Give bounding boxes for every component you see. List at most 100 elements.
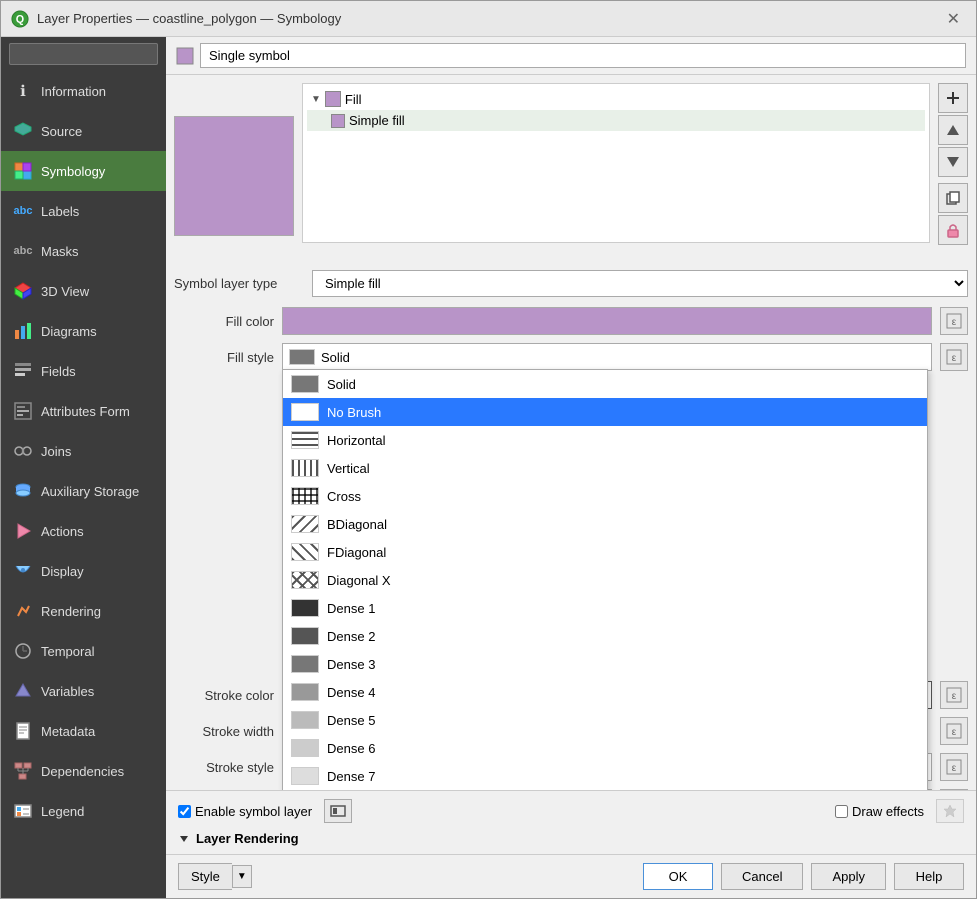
svg-text:ε: ε [952, 691, 957, 702]
sidebar-item-auxiliary-storage[interactable]: Auxiliary Storage [1, 471, 166, 511]
sidebar-item-source[interactable]: Source [1, 111, 166, 151]
simple-fill-color-icon [331, 114, 345, 128]
tree-item-label: Fill [345, 92, 362, 107]
dropdown-item-label: Vertical [327, 461, 370, 476]
sidebar-item-temporal[interactable]: Temporal [1, 631, 166, 671]
slt-label: Symbol layer type [174, 276, 304, 291]
duplicate-button[interactable] [938, 183, 968, 213]
dropdown-item-dense4[interactable]: Dense 4 [283, 678, 927, 706]
sidebar-item-label: Temporal [41, 644, 94, 659]
sidebar-item-display[interactable]: Display [1, 551, 166, 591]
sidebar-item-joins[interactable]: Joins [1, 431, 166, 471]
symbol-preview-area: ▼ Fill Simple fill [174, 83, 968, 258]
dropdown-item-label: Dense 4 [327, 685, 375, 700]
fill-color-icon [325, 91, 341, 107]
panel-header: Single symbol [166, 37, 976, 75]
draw-effects-checkbox[interactable] [835, 805, 848, 818]
move-down-button[interactable] [938, 147, 968, 177]
dropdown-item-diagonal-x[interactable]: Diagonal X [283, 566, 927, 594]
symbology-icon [13, 161, 33, 181]
enable-symbol-layer-checkbox[interactable] [178, 805, 191, 818]
dropdown-item-label: Solid [327, 377, 356, 392]
sidebar-item-metadata[interactable]: Metadata [1, 711, 166, 751]
fill-color-expr-button[interactable]: ε [940, 307, 968, 335]
join-style-expr-button[interactable]: ε [940, 789, 968, 790]
footer: Style ▼ OK Cancel Apply Help [166, 854, 976, 898]
sidebar-item-masks[interactable]: abc Masks [1, 231, 166, 271]
dropdown-item-bdiagonal[interactable]: BDiagonal [283, 510, 927, 538]
style-main-button[interactable]: Style [178, 863, 232, 890]
diagrams-icon [13, 321, 33, 341]
close-button[interactable]: ✕ [941, 7, 966, 31]
help-button[interactable]: Help [894, 863, 964, 890]
dropdown-item-dense2[interactable]: Dense 2 [283, 622, 927, 650]
sidebar-item-variables[interactable]: Variables [1, 671, 166, 711]
sidebar-item-actions[interactable]: Actions [1, 511, 166, 551]
slt-dropdown[interactable]: Simple fill [312, 270, 968, 297]
search-input[interactable] [9, 43, 158, 65]
move-up-button[interactable] [938, 115, 968, 145]
attributes-form-icon [13, 401, 33, 421]
dropdown-item-dense3[interactable]: Dense 3 [283, 650, 927, 678]
dropdown-item-solid[interactable]: Solid [283, 370, 927, 398]
sidebar-item-diagrams[interactable]: Diagrams [1, 311, 166, 351]
stroke-width-expr-button[interactable]: ε [940, 717, 968, 745]
sidebar-item-labels[interactable]: abc Labels [1, 191, 166, 231]
fill-color-row: Fill color ε [174, 307, 968, 335]
sidebar-item-3dview[interactable]: 3D View [1, 271, 166, 311]
main-content: ℹ Information Source Symbology abc Label… [1, 37, 976, 898]
masks-icon: abc [13, 241, 33, 261]
sidebar-item-rendering[interactable]: Rendering [1, 591, 166, 631]
sidebar-item-attributes-form[interactable]: Attributes Form [1, 391, 166, 431]
fill-style-expr-button[interactable]: ε [940, 343, 968, 371]
single-symbol-icon [176, 47, 194, 65]
sidebar-item-label: Legend [41, 804, 84, 819]
fill-color-bar[interactable] [282, 307, 932, 335]
draw-effects-label[interactable]: Draw effects [835, 804, 924, 819]
svg-text:ε: ε [952, 317, 957, 328]
sidebar-item-label: Joins [41, 444, 71, 459]
symbol-type-dropdown[interactable]: Single symbol [200, 43, 966, 68]
layer-rendering-row[interactable]: Layer Rendering [178, 831, 964, 846]
stroke-color-label: Stroke color [174, 688, 274, 703]
sidebar-item-fields[interactable]: Fields [1, 351, 166, 391]
add-layer-button[interactable] [938, 83, 968, 113]
enable-symbol-layer-label[interactable]: Enable symbol layer [178, 804, 312, 819]
sidebar-item-label: Auxiliary Storage [41, 484, 139, 499]
sidebar-item-dependencies[interactable]: Dependencies [1, 751, 166, 791]
sidebar-item-label: 3D View [41, 284, 89, 299]
cancel-button[interactable]: Cancel [721, 863, 803, 890]
dropdown-item-dense1[interactable]: Dense 1 [283, 594, 927, 622]
ok-button[interactable]: OK [643, 863, 713, 890]
apply-button[interactable]: Apply [811, 863, 886, 890]
stroke-style-expr-button[interactable]: ε [940, 753, 968, 781]
dropdown-item-no-brush[interactable]: No Brush [283, 398, 927, 426]
dropdown-item-dense7[interactable]: Dense 7 [283, 762, 927, 790]
style-button-group: Style ▼ [178, 863, 252, 890]
tree-item-simple-fill[interactable]: Simple fill [307, 110, 925, 131]
fill-style-value: Solid [321, 350, 350, 365]
stroke-width-label: Stroke width [174, 724, 274, 739]
tree-item-fill[interactable]: ▼ Fill [307, 88, 925, 110]
svg-text:ε: ε [952, 727, 957, 738]
fill-style-label: Fill style [174, 350, 274, 365]
dropdown-item-fdiagonal[interactable]: FDiagonal [283, 538, 927, 566]
dropdown-item-dense6[interactable]: Dense 6 [283, 734, 927, 762]
temporal-icon [13, 641, 33, 661]
sidebar-item-symbology[interactable]: Symbology [1, 151, 166, 191]
sidebar-item-information[interactable]: ℹ Information [1, 71, 166, 111]
sidebar-item-legend[interactable]: Legend [1, 791, 166, 831]
dropdown-item-horizontal[interactable]: Horizontal [283, 426, 927, 454]
lock-button[interactable] [938, 215, 968, 245]
enable-symbol-layer-btn[interactable] [324, 799, 352, 823]
style-arrow-button[interactable]: ▼ [232, 865, 252, 888]
fill-color-label: Fill color [174, 314, 274, 329]
dropdown-item-cross[interactable]: Cross [283, 482, 927, 510]
search-box [1, 37, 166, 71]
fill-style-dropdown[interactable]: Solid [282, 343, 932, 371]
stroke-color-expr-button[interactable]: ε [940, 681, 968, 709]
dropdown-item-vertical[interactable]: Vertical [283, 454, 927, 482]
dropdown-item-dense5[interactable]: Dense 5 [283, 706, 927, 734]
draw-effects-star-button[interactable] [936, 799, 964, 823]
dropdown-item-label: Dense 7 [327, 769, 375, 784]
